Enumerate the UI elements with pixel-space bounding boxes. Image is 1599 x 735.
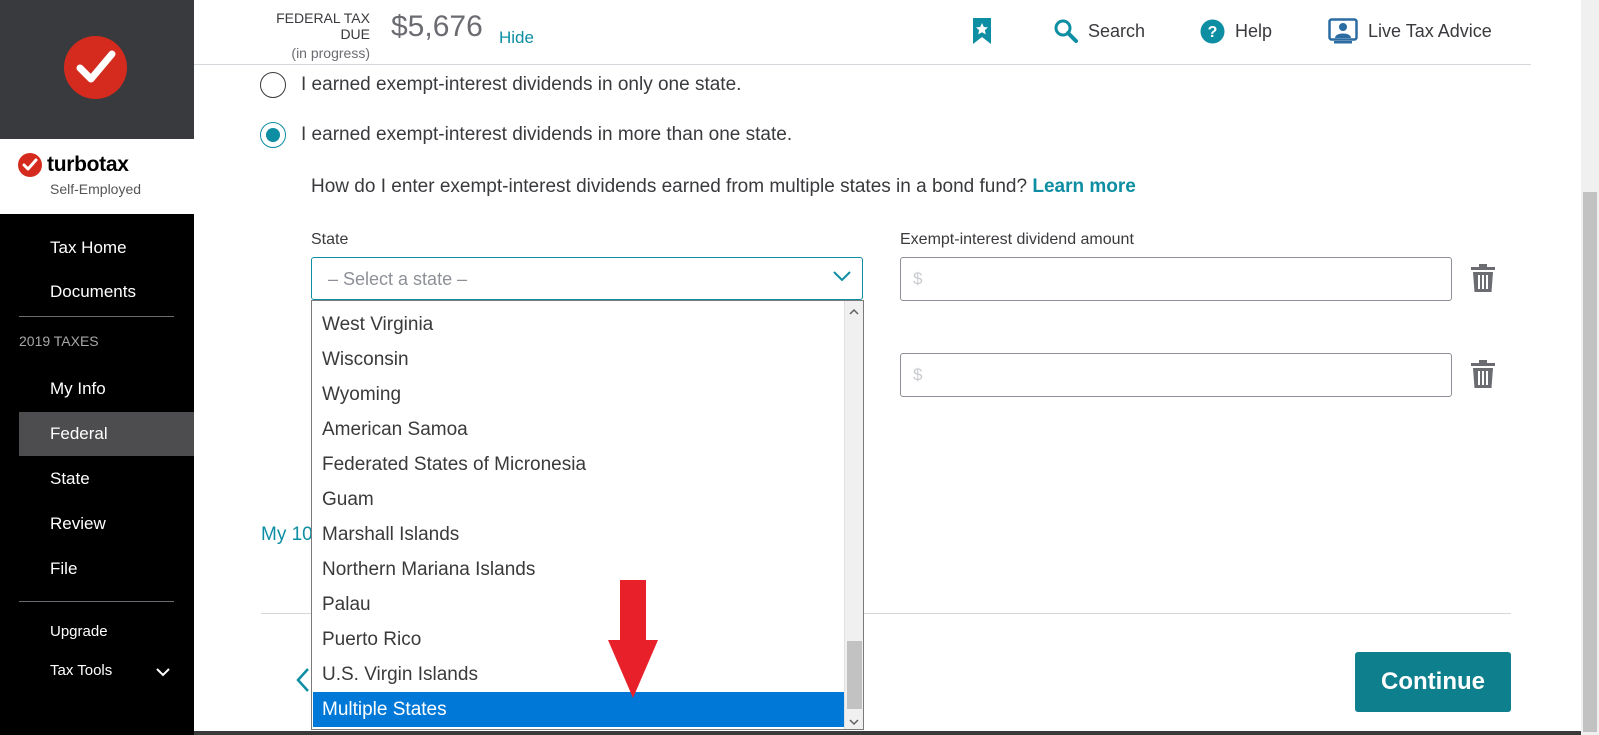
sidebar-divider: [19, 601, 174, 602]
live-advice-label: Live Tax Advice: [1368, 20, 1492, 41]
annotation-arrow-icon: [608, 580, 658, 705]
amount-input-second[interactable]: $: [900, 353, 1452, 397]
my-1099-link[interactable]: My 10: [261, 524, 313, 546]
help-question: How do I enter exempt-interest dividends…: [311, 176, 1136, 198]
state-select[interactable]: – Select a state –: [311, 257, 863, 300]
dropdown-scrollbar[interactable]: [844, 301, 863, 729]
radio-button-checked[interactable]: [260, 122, 286, 148]
radio-multi-state[interactable]: I earned exempt-interest dividends in mo…: [260, 121, 792, 149]
window-scroll-thumb[interactable]: [1583, 192, 1597, 732]
help-label: Help: [1235, 20, 1273, 41]
state-select-placeholder: – Select a state –: [328, 269, 468, 289]
app-window: turbotax Self-Employed Tax Home Document…: [0, 0, 1599, 735]
live-advice-icon: [1328, 18, 1358, 44]
search-button[interactable]: Search: [1054, 16, 1145, 46]
tax-due-status: (in progress): [291, 45, 370, 61]
radio-multi-state-label: I earned exempt-interest dividends in mo…: [301, 124, 793, 145]
state-label: State: [311, 231, 349, 248]
sidebar-item-my-info[interactable]: My Info: [0, 367, 194, 411]
radio-button[interactable]: [260, 72, 286, 98]
top-header: FEDERAL TAX DUE (in progress) $5,676 Hid…: [194, 0, 1531, 65]
dropdown-option[interactable]: American Samoa: [313, 412, 844, 447]
continue-button[interactable]: Continue: [1355, 652, 1511, 712]
sidebar-item-state[interactable]: State: [0, 457, 194, 501]
sidebar-item-tax-home[interactable]: Tax Home: [0, 226, 194, 270]
sidebar-item-review[interactable]: Review: [0, 502, 194, 546]
bottom-edge: [194, 731, 1581, 735]
logo-area: [0, 0, 194, 139]
state-dropdown-list[interactable]: West Virginia Wisconsin Wyoming American…: [311, 300, 864, 730]
sidebar-item-documents[interactable]: Documents: [0, 270, 194, 314]
dropdown-scroll-thumb[interactable]: [847, 641, 862, 709]
help-icon: ?: [1200, 19, 1225, 44]
chevron-down-icon: [832, 269, 852, 288]
trash-icon[interactable]: [1470, 359, 1496, 394]
tax-due-label: FEDERAL TAX DUE (in progress): [244, 10, 370, 61]
dropdown-option[interactable]: U.S. Virgin Islands: [313, 657, 844, 692]
svg-text:?: ?: [1208, 24, 1218, 41]
radio-one-state[interactable]: I earned exempt-interest dividends in on…: [260, 71, 741, 99]
dropdown-option-selected[interactable]: Multiple States: [313, 692, 844, 727]
amount-placeholder: $: [913, 365, 923, 384]
dropdown-option[interactable]: Guam: [313, 482, 844, 517]
live-tax-advice-button[interactable]: Live Tax Advice: [1328, 16, 1492, 46]
amount-placeholder: $: [913, 269, 923, 288]
amount-input[interactable]: $: [900, 257, 1452, 301]
dropdown-option[interactable]: West Virginia: [313, 307, 844, 342]
dropdown-option[interactable]: Palau: [313, 587, 844, 622]
tax-due-title: FEDERAL TAX DUE: [276, 10, 370, 42]
brand-check-icon: [18, 153, 42, 177]
brand-edition: Self-Employed: [50, 181, 142, 197]
hide-link[interactable]: Hide: [499, 28, 534, 48]
turbotax-check-logo-icon[interactable]: [64, 36, 127, 99]
dropdown-option[interactable]: Northern Mariana Islands: [313, 552, 844, 587]
tax-due-amount: $5,676: [391, 10, 483, 43]
dropdown-option[interactable]: Federated States of Micronesia: [313, 447, 844, 482]
brand-name: turbotax: [47, 153, 129, 176]
scroll-up-arrow-icon[interactable]: [849, 303, 859, 321]
back-chevron-icon[interactable]: [296, 667, 310, 698]
sidebar-divider: [19, 316, 174, 317]
window-scrollbar[interactable]: [1581, 0, 1599, 735]
sidebar-item-upgrade[interactable]: Upgrade: [0, 610, 194, 654]
amount-label: Exempt-interest dividend amount: [900, 231, 1134, 248]
dropdown-option[interactable]: Marshall Islands: [313, 517, 844, 552]
sidebar-item-tax-tools[interactable]: Tax Tools: [0, 649, 194, 693]
search-icon: [1054, 19, 1078, 43]
help-question-text: How do I enter exempt-interest dividends…: [311, 176, 1028, 197]
tax-tools-label: Tax Tools: [50, 662, 113, 679]
learn-more-link[interactable]: Learn more: [1032, 176, 1135, 197]
trash-icon[interactable]: [1470, 263, 1496, 298]
dropdown-option[interactable]: Wyoming: [313, 377, 844, 412]
sidebar-item-file[interactable]: File: [0, 547, 194, 591]
sidebar-section-label: 2019 TAXES: [19, 333, 99, 349]
sidebar-item-federal[interactable]: Federal: [19, 412, 194, 456]
brand-block: turbotax Self-Employed: [0, 139, 194, 214]
chevron-down-icon: [156, 649, 170, 693]
help-button[interactable]: ? Help: [1200, 16, 1272, 46]
bookmark-star-icon: [972, 17, 992, 45]
sidebar: turbotax Self-Employed Tax Home Document…: [0, 0, 194, 735]
dropdown-option[interactable]: Wisconsin: [313, 342, 844, 377]
scroll-down-arrow-icon[interactable]: [849, 713, 859, 729]
radio-one-state-label: I earned exempt-interest dividends in on…: [301, 74, 742, 95]
search-label: Search: [1088, 20, 1146, 41]
bookmark-button[interactable]: [972, 16, 1002, 46]
dropdown-option[interactable]: Puerto Rico: [313, 622, 844, 657]
